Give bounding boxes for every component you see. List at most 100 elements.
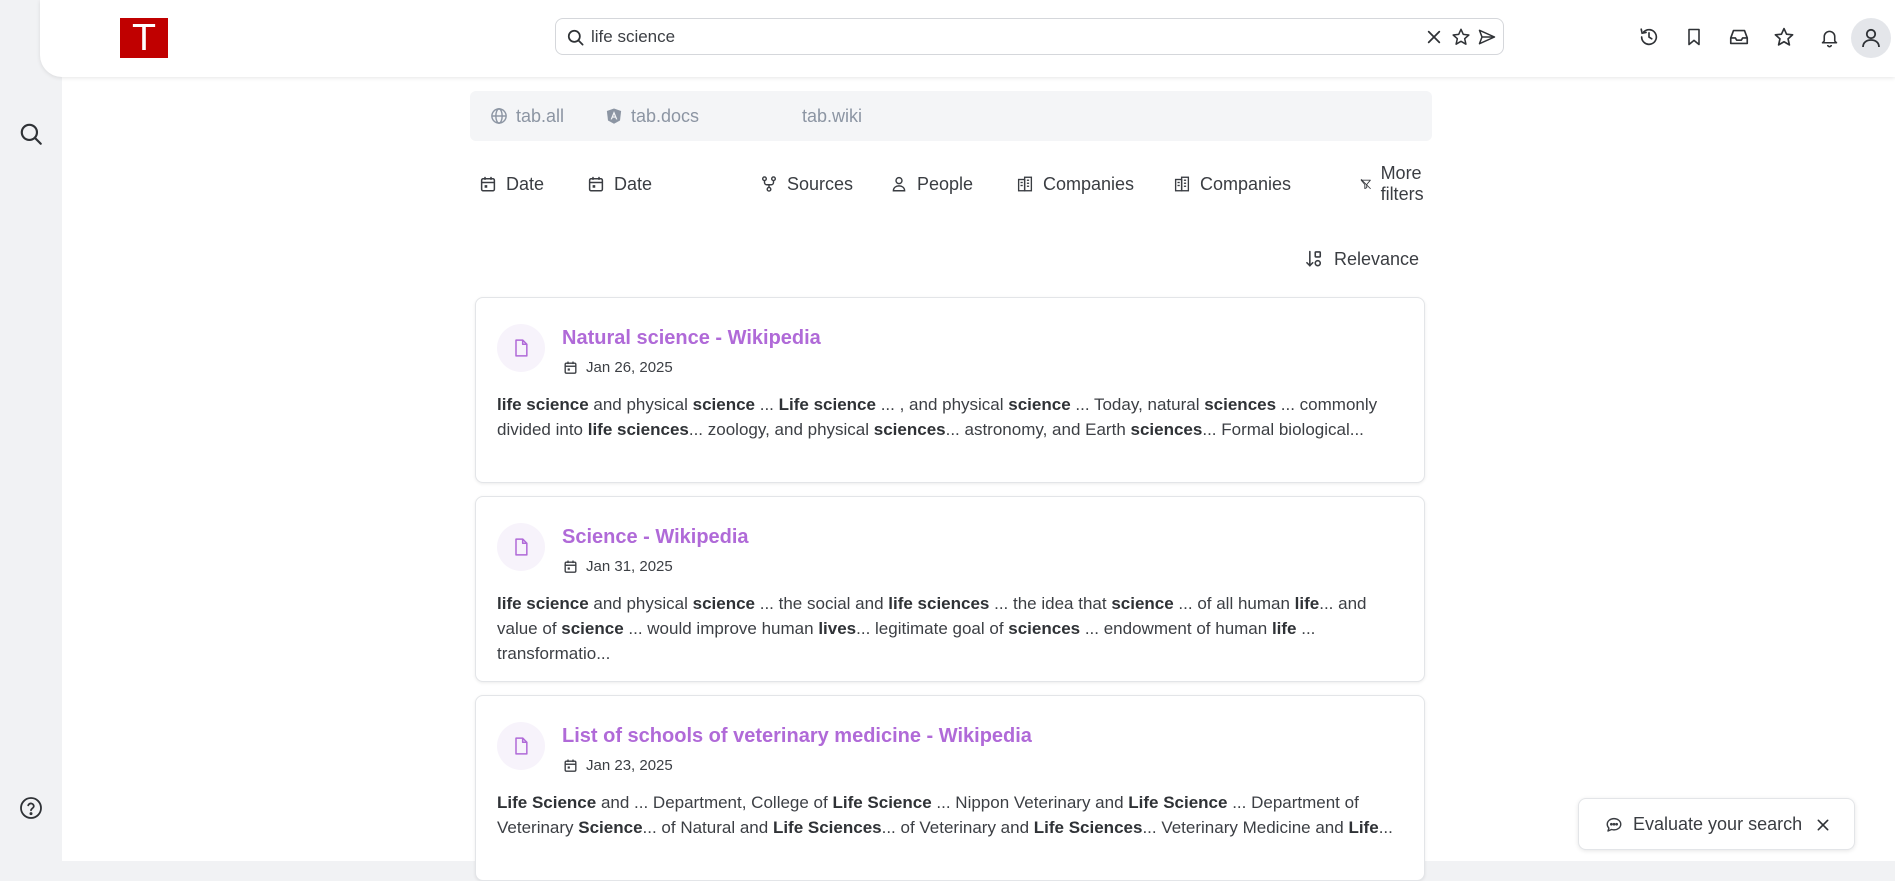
save-search-button[interactable] (1450, 26, 1472, 48)
snippet-highlight: science (692, 395, 756, 414)
snippet-text: and ... Department, College of (596, 793, 833, 812)
user-icon (1862, 28, 1880, 48)
result-snippet: life science and physical science ... Li… (497, 392, 1407, 442)
sort-button[interactable]: Relevance (1304, 244, 1419, 274)
result-title-link[interactable]: List of schools of veterinary medicine -… (562, 725, 1032, 748)
result-date-text: Jan 26, 2025 (586, 358, 673, 376)
tab-docs[interactable]: tab.docs (605, 91, 699, 141)
filter-label: More filters (1380, 163, 1424, 204)
sort-icon (1306, 250, 1322, 267)
history-button[interactable] (1635, 23, 1663, 51)
sort-label: Relevance (1334, 248, 1420, 269)
search-input[interactable] (591, 25, 1371, 49)
submit-search-button[interactable] (1476, 26, 1498, 48)
source-tabs: tab.all tab.docs tab.wiki (470, 91, 1432, 141)
close-evaluate-button[interactable] (1813, 815, 1833, 835)
filter-icon (1360, 178, 1371, 190)
snippet-highlight: Life Science (1128, 793, 1228, 812)
evaluate-search-button[interactable]: Evaluate your search (1633, 814, 1802, 835)
snippet-highlight: science (1008, 395, 1071, 414)
evaluate-search-widget: Evaluate your search (1578, 798, 1855, 850)
tab-wiki[interactable]: tab.wiki (802, 91, 862, 141)
result-card: Natural science - Wikipedia Jan 26, 2025… (475, 297, 1425, 483)
result-snippet: Life Science and ... Department, College… (497, 790, 1407, 840)
main-content: T life science tab.all tab.docs tab.wiki… (40, 0, 1895, 881)
snippet-text: ... would improve human (623, 619, 819, 638)
snippet-text: ... Today, natural (1070, 395, 1205, 414)
snippet-text: ... endowment of human (1080, 619, 1272, 638)
user-avatar[interactable] (1851, 18, 1891, 58)
snippet-text: ... astronomy, and Earth (945, 420, 1131, 439)
snippet-highlight: Science (578, 818, 643, 837)
snippet-text: ... Formal biological... (1202, 420, 1364, 439)
snippet-highlight: life (1271, 619, 1297, 638)
filter-label: Companies (1043, 173, 1135, 194)
snippet-highlight: sciences (1204, 395, 1277, 414)
filter-label: Companies (1200, 173, 1292, 194)
snippet-text: ... of all human (1173, 594, 1295, 613)
snippet-text: ... legitimate goal of (856, 619, 1009, 638)
search-icon (566, 28, 585, 47)
clear-search-button[interactable] (1423, 26, 1445, 48)
help-icon (20, 797, 42, 819)
filter-bar: Date Date Sources People Companies Compa… (470, 163, 1432, 204)
search-nav-button[interactable] (15, 118, 47, 150)
filter-date[interactable]: Date (479, 168, 544, 200)
angular-icon (606, 108, 622, 124)
favorites-button[interactable] (1770, 23, 1798, 51)
top-bar: T (40, 0, 1895, 77)
calendar-icon (588, 176, 604, 192)
person-icon (892, 176, 906, 192)
snippet-highlight: life (1294, 594, 1320, 613)
filter-companies-2[interactable]: Companies (1173, 168, 1291, 200)
snippet-text: ... (755, 395, 779, 414)
result-card: Science - Wikipedia Jan 31, 2025 life sc… (475, 496, 1425, 682)
building-icon (1017, 176, 1033, 192)
tab-all[interactable]: tab.all (490, 91, 564, 141)
snippet-highlight: Life science (778, 395, 876, 414)
result-title-link[interactable]: Natural science - Wikipedia (562, 327, 821, 350)
snippet-text: ... zoology, and physical (688, 420, 874, 439)
snippet-highlight: life sciences (888, 594, 990, 613)
inbox-icon (1729, 29, 1749, 45)
snippet-highlight: science (561, 619, 624, 638)
calendar-icon (480, 176, 496, 192)
result-title-link[interactable]: Science - Wikipedia (562, 526, 749, 549)
snippet-highlight: Life Sciences (772, 818, 882, 837)
close-icon (1817, 819, 1829, 831)
bookmarks-button[interactable] (1680, 23, 1708, 51)
snippet-text: ... , and physical (875, 395, 1009, 414)
snippet-highlight: sciences (873, 420, 946, 439)
snippet-text: ... Nippon Veterinary and (931, 793, 1129, 812)
bell-icon (1821, 30, 1837, 47)
filter-companies[interactable]: Companies (1016, 168, 1134, 200)
snippet-highlight: life science (497, 395, 589, 414)
result-date-text: Jan 31, 2025 (586, 557, 673, 575)
filter-label: Sources (787, 173, 854, 194)
tab-label: tab.all (516, 105, 565, 126)
snippet-text: and physical (588, 395, 693, 414)
snippet-highlight: science (692, 594, 756, 613)
snippet-highlight: life science (497, 594, 589, 613)
close-icon (1427, 30, 1441, 44)
snippet-text: ... (1378, 818, 1393, 837)
filter-sources[interactable]: Sources (760, 168, 853, 200)
notifications-button[interactable] (1815, 23, 1843, 51)
filter-label: People (917, 173, 974, 194)
document-icon (497, 523, 545, 571)
send-icon (1478, 29, 1496, 45)
help-button[interactable] (15, 792, 47, 824)
calendar-icon (564, 361, 577, 374)
snippet-text: ... of Natural and (642, 818, 773, 837)
inbox-button[interactable] (1725, 23, 1753, 51)
search-bar (555, 18, 1504, 55)
calendar-icon (564, 560, 577, 573)
filter-date-2[interactable]: Date (587, 168, 652, 200)
app-logo[interactable]: T (120, 18, 168, 59)
snippet-text: ... the social and (755, 594, 889, 613)
more-filters-button[interactable]: More filters (1360, 163, 1432, 204)
building-icon (1174, 176, 1190, 192)
filter-people[interactable]: People (890, 168, 973, 200)
bookmark-icon (1688, 28, 1700, 46)
tab-label: tab.docs (631, 105, 700, 126)
